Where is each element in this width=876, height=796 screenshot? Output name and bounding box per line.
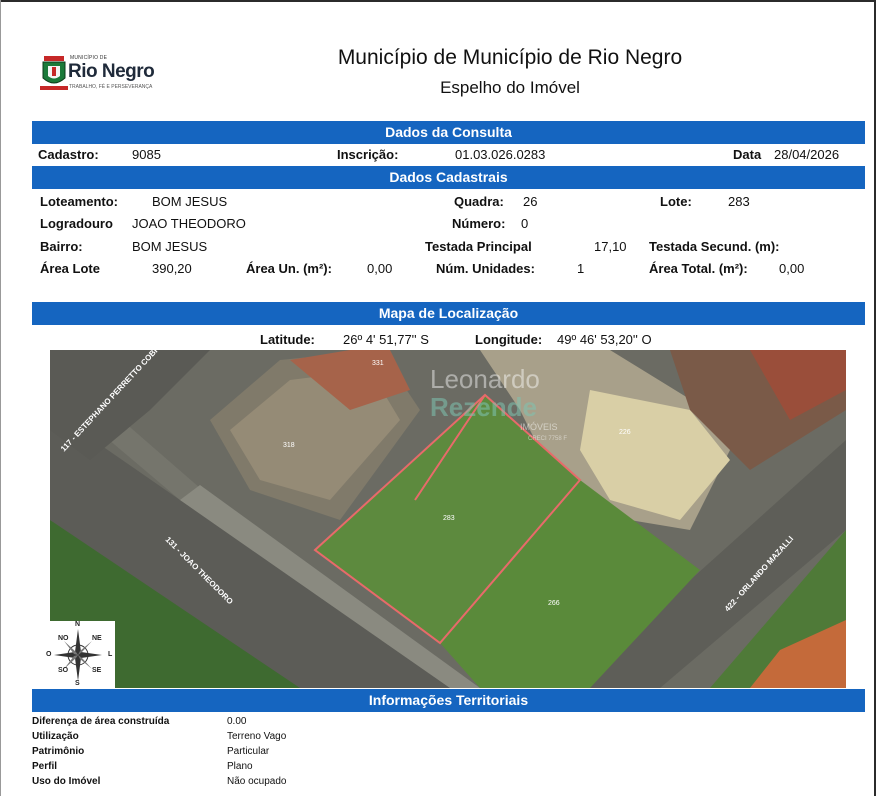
numero-label: Número: [452, 216, 506, 231]
area-un-label: Área Un. (m²): [246, 261, 332, 276]
inscricao-label: Inscrição: [337, 147, 399, 162]
testada-secund-label: Testada Secund. (m): [649, 239, 780, 254]
loteamento-value: BOM JESUS [152, 194, 228, 209]
info-value-uso: Não ocupado [227, 776, 287, 787]
aerial-map-image: Leonardo Rezende IMÓVEIS CRECI 7758 F 33… [50, 350, 846, 688]
cadastro-value: 9085 [132, 147, 161, 162]
testada-principal-label: Testada Principal [425, 239, 532, 254]
compass-rose: N S O L NO NE SO SE [46, 621, 115, 688]
watermark-line1: Leonardo [430, 364, 540, 394]
num-unidades-value: 1 [577, 261, 585, 276]
logradouro-label: Logradouro [40, 216, 113, 231]
cadastro-label: Cadastro: [38, 147, 99, 162]
compass-o: O [46, 651, 52, 658]
lot-number-226: 226 [619, 429, 631, 436]
section-header-cadastrais: Dados Cadastrais [32, 166, 865, 189]
lote-label: Lote: [660, 194, 692, 209]
lote-value: 283 [728, 194, 750, 209]
section-header-mapa: Mapa de Localização [32, 302, 865, 325]
num-unidades-label: Núm. Unidades: [436, 261, 535, 276]
page-title: Município de Município de Rio Negro [337, 46, 683, 69]
lot-number-331: 331 [372, 360, 384, 367]
watermark-line2: Rezende [430, 392, 537, 422]
data-label: Data [733, 147, 762, 162]
logradouro-value: JOAO THEODORO [132, 216, 246, 231]
compass-l: L [108, 651, 113, 658]
compass-so: SO [58, 667, 69, 674]
lot-number-266: 266 [548, 600, 560, 607]
watermark-line3: IMÓVEIS [520, 422, 558, 432]
longitude-label: Longitude: [475, 332, 543, 347]
inscricao-value: 01.03.026.0283 [455, 147, 546, 162]
area-lote-label: Área Lote [40, 261, 100, 276]
info-label-diferenca: Diferença de área construída [32, 716, 170, 727]
compass-ne: NE [92, 635, 102, 642]
info-label-patrimonio: Patrimônio [32, 746, 85, 757]
info-value-diferenca: 0.00 [227, 716, 247, 727]
info-value-utilizacao: Terreno Vago [227, 731, 287, 742]
section-header-consulta: Dados da Consulta [32, 121, 865, 144]
lot-number-283: 283 [443, 515, 455, 522]
watermark-line4: CRECI 7758 F [528, 436, 567, 442]
data-value: 28/04/2026 [774, 147, 840, 162]
latitude-value: 26º 4' 51,77'' S [343, 332, 429, 347]
coat-of-arms-icon [40, 56, 68, 90]
quadra-value: 26 [523, 194, 538, 209]
compass-se: SE [92, 667, 102, 674]
numero-value: 0 [521, 216, 529, 231]
compass-s: S [75, 680, 80, 687]
bairro-value: BOM JESUS [132, 239, 208, 254]
lot-number-318: 318 [283, 442, 295, 449]
quadra-label: Quadra: [454, 194, 504, 209]
area-lote-value: 390,20 [152, 261, 192, 276]
compass-rose-icon [54, 629, 102, 681]
info-value-perfil: Plano [227, 761, 253, 772]
logo-name: Rio Negro [68, 61, 155, 82]
longitude-value: 49º 46' 53,20'' O [557, 332, 652, 347]
section-header-territoriais: Informações Territoriais [32, 689, 865, 712]
page-border-left [0, 0, 1, 796]
testada-principal-value: 17,10 [594, 239, 627, 254]
municipality-logo: MUNICÍPIO DE Rio Negro TRABALHO, FÉ E PE… [40, 52, 160, 96]
area-un-value: 0,00 [367, 261, 393, 276]
bairro-label: Bairro: [40, 239, 83, 254]
area-total-value: 0,00 [779, 261, 805, 276]
compass-no: NO [58, 635, 69, 642]
info-label-utilizacao: Utilização [32, 731, 79, 742]
page-border-top [0, 0, 876, 2]
logo-motto: TRABALHO, FÉ E PERSEVERANÇA [69, 84, 153, 90]
latitude-label: Latitude: [260, 332, 315, 347]
compass-n: N [75, 621, 81, 628]
location-map: Leonardo Rezende IMÓVEIS CRECI 7758 F 33… [50, 350, 846, 688]
info-value-patrimonio: Particular [227, 746, 270, 757]
loteamento-label: Loteamento: [40, 194, 118, 209]
info-label-uso: Uso do Imóvel [32, 776, 101, 787]
info-label-perfil: Perfil [32, 761, 58, 772]
page-subtitle: Espelho do Imóvel [440, 78, 580, 97]
area-total-label: Área Total. (m²): [649, 261, 748, 276]
